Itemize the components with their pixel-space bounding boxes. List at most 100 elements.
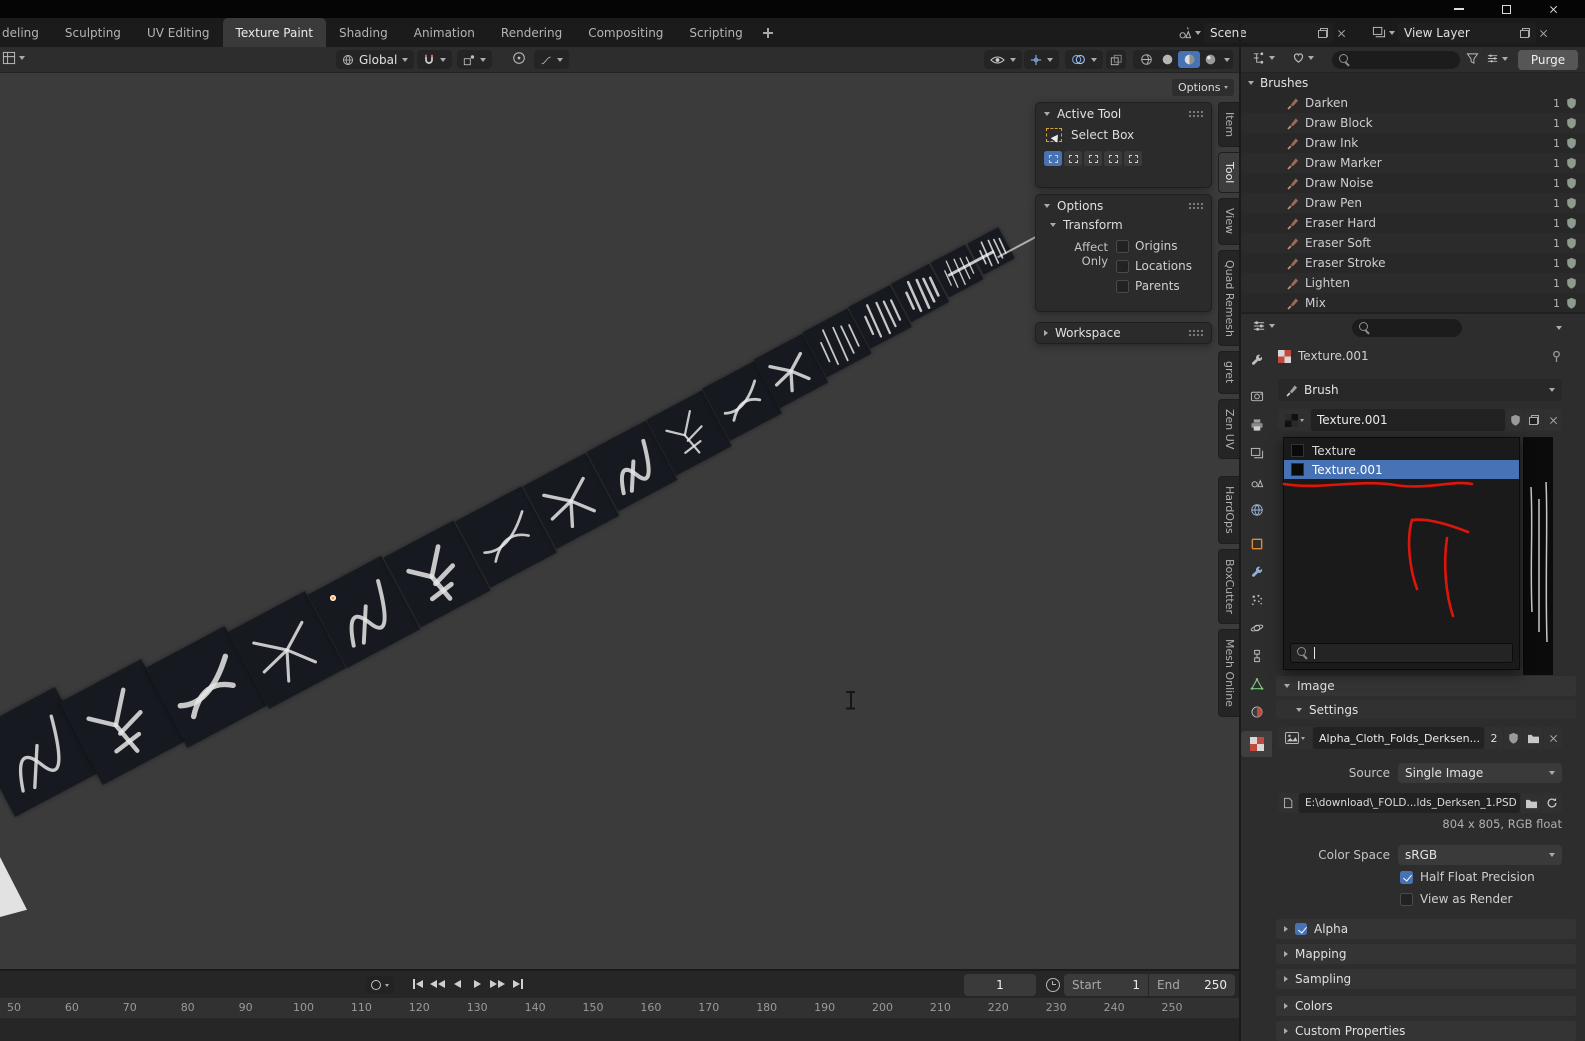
- tab-texture-paint[interactable]: Texture Paint: [222, 18, 326, 47]
- brush-list-item[interactable]: Draw Pen 1: [1240, 193, 1585, 213]
- affect-locations-row[interactable]: Locations: [1116, 259, 1192, 273]
- timeline-splitter[interactable]: [0, 969, 1240, 970]
- affect-origins-row[interactable]: Origins: [1116, 239, 1192, 253]
- panel-grip[interactable]: [1188, 328, 1203, 338]
- filepath-field[interactable]: E:\download\_FOLD...lds_Derksen_1.PSD: [1299, 793, 1520, 813]
- brushes-section-row[interactable]: Brushes: [1240, 73, 1585, 93]
- outliner-search-input[interactable]: [1332, 51, 1460, 69]
- locations-checkbox[interactable]: [1116, 259, 1129, 273]
- properties-tab-particles[interactable]: [1243, 588, 1271, 612]
- panel-grip[interactable]: [1188, 109, 1203, 119]
- fake-user-shield-icon[interactable]: [1566, 117, 1577, 129]
- view-layer-browse-caret[interactable]: [1389, 31, 1395, 35]
- properties-filter-caret[interactable]: [1556, 326, 1562, 330]
- tab-animation[interactable]: Animation: [401, 18, 488, 47]
- reload-image-button[interactable]: [1542, 793, 1562, 813]
- texture-fake-user-button[interactable]: [1506, 409, 1524, 431]
- texture-browse-button[interactable]: [1278, 409, 1310, 431]
- sidebar-tab-hardops[interactable]: HardOps: [1218, 476, 1240, 544]
- frame-end-field[interactable]: End 250: [1149, 974, 1235, 996]
- image-users-button[interactable]: 2: [1485, 727, 1503, 749]
- fake-user-shield-icon[interactable]: [1566, 297, 1577, 309]
- image-unlink-button[interactable]: [1544, 727, 1562, 749]
- brush-list-item[interactable]: Mix 1: [1240, 293, 1585, 313]
- workspace-panel-header[interactable]: Workspace: [1036, 323, 1211, 343]
- view-layer-name-field[interactable]: View Layer: [1398, 23, 1536, 43]
- tab-sculpting[interactable]: Sculpting: [52, 18, 134, 47]
- auto-keyframe-button[interactable]: [366, 976, 394, 994]
- fake-user-shield-icon[interactable]: [1566, 257, 1577, 269]
- tab-scripting[interactable]: Scripting: [676, 18, 755, 47]
- outliner-options-dropdown[interactable]: [1486, 52, 1508, 65]
- scene-copy-icon[interactable]: [1318, 28, 1328, 38]
- sidebar-tab-mesh-online[interactable]: Mesh Online: [1218, 628, 1240, 717]
- timeline-channels[interactable]: [0, 1018, 1240, 1041]
- properties-tab-material[interactable]: [1243, 700, 1271, 724]
- custom-properties-panel-header[interactable]: Custom Properties: [1276, 1021, 1576, 1041]
- texture-unlink-button[interactable]: [1544, 409, 1562, 431]
- brush-list-item[interactable]: Draw Block 1: [1240, 113, 1585, 133]
- outliner-editor-type-button[interactable]: [1252, 51, 1275, 65]
- collapse-caret-icon[interactable]: [1248, 81, 1254, 85]
- fake-user-shield-icon[interactable]: [1566, 97, 1577, 109]
- parents-checkbox[interactable]: [1116, 279, 1129, 293]
- fake-user-shield-icon[interactable]: [1566, 157, 1577, 169]
- image-browse-button[interactable]: [1278, 727, 1312, 749]
- transform-orientation-dropdown[interactable]: Global: [336, 50, 415, 69]
- fake-user-shield-icon[interactable]: [1566, 217, 1577, 229]
- dropdown-search-input[interactable]: [1290, 643, 1513, 663]
- dropdown-item-texture[interactable]: Texture: [1284, 441, 1519, 460]
- viewport-3d[interactable]: Options Active Tool Select Box Options T…: [0, 74, 1240, 970]
- sidebar-tab-boxcutter[interactable]: BoxCutter: [1218, 548, 1240, 624]
- properties-tab-view-layer[interactable]: [1243, 442, 1271, 466]
- select-mode-extend[interactable]: [1064, 151, 1082, 166]
- outliner-filter-button[interactable]: [1466, 52, 1479, 65]
- image-fake-user-button[interactable]: [1504, 727, 1522, 749]
- fake-user-shield-icon[interactable]: [1566, 197, 1577, 209]
- alpha-panel-header[interactable]: Alpha: [1276, 919, 1576, 939]
- shading-solid-button[interactable]: [1157, 53, 1178, 66]
- prev-keyframe-button[interactable]: [428, 975, 447, 993]
- sidebar-tab-zen-uv[interactable]: Zen UV: [1218, 398, 1240, 460]
- fake-user-shield-icon[interactable]: [1566, 177, 1577, 189]
- tab-rendering[interactable]: Rendering: [488, 18, 575, 47]
- minimize-button[interactable]: [1437, 0, 1481, 18]
- jump-to-start-button[interactable]: [408, 975, 427, 993]
- properties-tab-scene[interactable]: [1243, 470, 1271, 494]
- close-button[interactable]: [1531, 0, 1575, 18]
- panel-grip[interactable]: [1188, 201, 1203, 211]
- play-button[interactable]: [468, 975, 487, 993]
- texture-name-field[interactable]: Texture.001: [1311, 409, 1505, 431]
- visibility-dropdown[interactable]: [984, 50, 1022, 69]
- properties-tab-object-data[interactable]: [1243, 672, 1271, 696]
- brush-list-item[interactable]: Darken 1: [1240, 93, 1585, 113]
- sidebar-tab-view[interactable]: View: [1218, 198, 1240, 245]
- sidebar-tab-tool[interactable]: Tool: [1218, 152, 1240, 194]
- browse-file-button[interactable]: [1521, 793, 1541, 813]
- properties-tab-render[interactable]: [1243, 384, 1271, 408]
- next-keyframe-button[interactable]: [488, 975, 507, 993]
- editor-type-button[interactable]: [2, 51, 25, 65]
- snap-toggle-dropdown[interactable]: [417, 50, 452, 69]
- proportional-falloff-dropdown[interactable]: [534, 50, 569, 69]
- brush-list-item[interactable]: Draw Noise 1: [1240, 173, 1585, 193]
- frame-start-field[interactable]: Start 1: [1064, 974, 1148, 996]
- overlays-dropdown[interactable]: [1065, 50, 1103, 69]
- shading-rendered-button[interactable]: [1200, 53, 1221, 66]
- scene-browse-caret[interactable]: [1195, 31, 1201, 35]
- transform-subpanel-header[interactable]: Transform: [1036, 217, 1211, 235]
- tab-modeling[interactable]: deling: [0, 18, 52, 47]
- viewport-options-dropdown[interactable]: Options: [1172, 79, 1235, 96]
- select-mode-invert[interactable]: [1104, 151, 1122, 166]
- view-layer-remove-icon[interactable]: [1539, 29, 1548, 38]
- play-reverse-button[interactable]: [448, 975, 467, 993]
- alpha-checkbox[interactable]: [1295, 923, 1307, 935]
- sidebar-tab-gret[interactable]: gret: [1218, 351, 1240, 394]
- properties-tab-physics[interactable]: [1243, 616, 1271, 640]
- color-space-dropdown[interactable]: sRGB: [1398, 845, 1562, 865]
- texture-new-copy-button[interactable]: [1525, 409, 1543, 431]
- properties-tab-world[interactable]: [1243, 498, 1271, 522]
- properties-tab-modifiers[interactable]: [1243, 560, 1271, 584]
- colors-panel-header[interactable]: Colors: [1276, 996, 1576, 1016]
- select-mode-subtract[interactable]: [1084, 151, 1102, 166]
